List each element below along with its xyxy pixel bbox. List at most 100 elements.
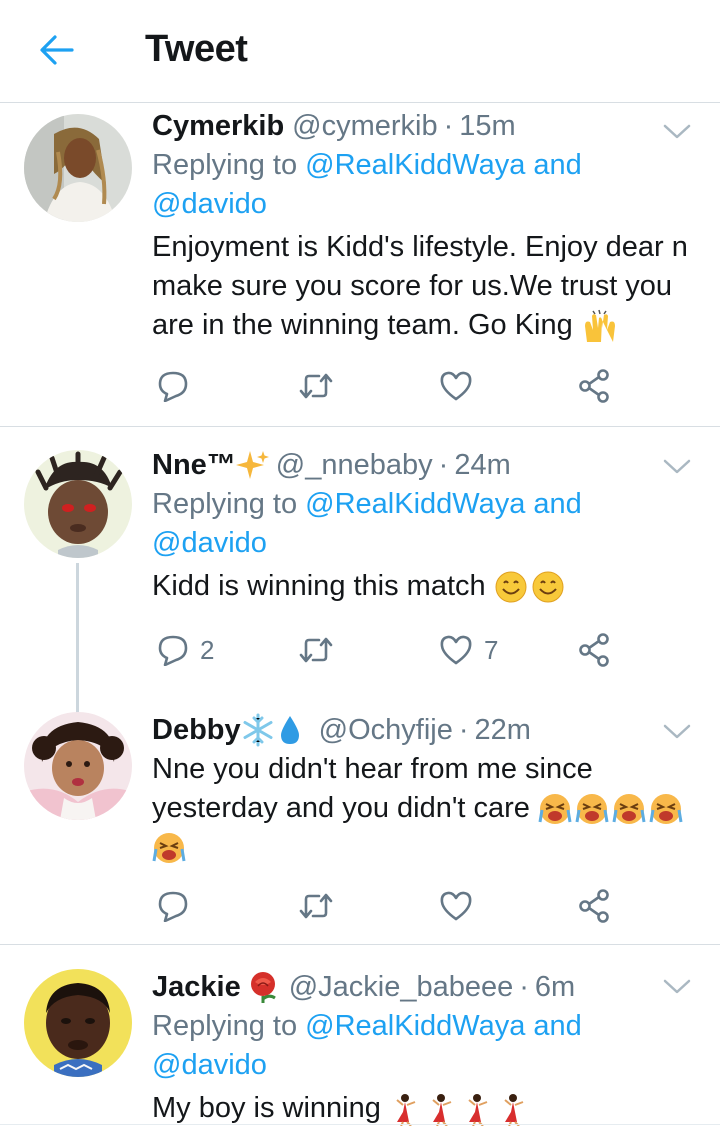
share-icon (579, 369, 609, 403)
smiling-face-emoji (495, 571, 564, 602)
share-button[interactable] (578, 630, 610, 670)
like-icon (440, 635, 472, 665)
separator-dot: · (519, 971, 529, 1003)
avatar[interactable] (24, 969, 132, 1077)
share-button[interactable] (578, 366, 610, 406)
reply-icon (158, 891, 188, 922)
tweet-text-line: make sure you score for us.We trust you (152, 270, 673, 302)
username[interactable]: @cymerkib (292, 108, 437, 144)
tweet-text-line: yesterday and you didn't care (152, 792, 530, 824)
tweet-actions (152, 886, 622, 926)
share-icon (579, 889, 609, 923)
tweet-text-line: Kidd is winning this match (152, 570, 486, 602)
caret-down-icon[interactable] (662, 122, 692, 142)
bottom-edge (0, 1124, 720, 1125)
tweet-header: Debby @Ochyfije · 22m (152, 712, 704, 748)
tweet-debby[interactable]: Debby @Ochyfije · 22m Nne you didn't hea… (0, 700, 720, 944)
replying-to: Replying to @RealKiddWaya and @davido (152, 485, 704, 563)
tweet-jackie[interactable]: Jackie @Jackie_babeee · 6m Replying to @… (0, 945, 720, 1134)
timestamp[interactable]: 22m (475, 712, 531, 748)
like-icon (440, 371, 472, 401)
timestamp[interactable]: 24m (454, 447, 510, 483)
display-name[interactable]: Jackie (152, 969, 241, 1005)
like-button[interactable]: 7 (440, 630, 498, 670)
avatar[interactable] (24, 114, 132, 222)
tweet-actions: 2 7 (152, 630, 622, 670)
reply-count: 2 (200, 634, 215, 665)
retweet-button[interactable] (298, 630, 346, 670)
crying-face-emoji (538, 793, 683, 824)
mention-link[interactable]: @davido (152, 1049, 267, 1081)
tweet-text: Kidd is winning this match (152, 567, 704, 606)
tweet-text: My boy is winning (152, 1089, 704, 1128)
replying-to: Replying to @RealKiddWaya and @davido (152, 146, 704, 224)
username[interactable]: @Ochyfije (319, 712, 453, 748)
share-icon (579, 633, 609, 667)
like-count: 7 (484, 634, 499, 665)
avatar[interactable] (24, 450, 132, 558)
mention-link[interactable]: @RealKiddWaya (305, 488, 525, 520)
reply-button[interactable]: 2 (158, 630, 214, 670)
display-name[interactable]: Cymerkib (152, 108, 284, 144)
replying-to: Replying to @RealKiddWaya and @davido (152, 1007, 704, 1085)
back-button[interactable] (28, 24, 84, 76)
mention-link[interactable]: @RealKiddWaya (305, 149, 525, 181)
page-title: Tweet (145, 28, 248, 70)
mention-link[interactable]: @davido (152, 527, 267, 559)
rose-emoji (250, 972, 276, 1003)
avatar[interactable] (24, 712, 132, 820)
display-name[interactable]: Nne™ (152, 447, 236, 483)
caret-down-icon[interactable] (662, 457, 692, 477)
share-button[interactable] (578, 886, 610, 926)
tweet-text-line: Enjoyment is Kidd's lifestyle. Enjoy dea… (152, 231, 688, 263)
thread-connector (76, 563, 79, 713)
timestamp[interactable]: 6m (535, 969, 575, 1005)
tweet-text-line: Nne you didn't hear from me since (152, 753, 593, 785)
tweet-cymerkib[interactable]: Cymerkib @cymerkib · 15m Replying to @Re… (0, 104, 720, 426)
tweet-actions (152, 366, 622, 406)
replying-prefix: Replying to (152, 149, 306, 181)
reply-button[interactable] (158, 366, 200, 406)
tweet-header: Nne™ @_nnebaby · 24m (152, 447, 704, 483)
droplet-emoji (280, 716, 299, 744)
display-name[interactable]: Debby (152, 712, 241, 748)
retweet-button[interactable] (298, 886, 346, 926)
reply-button[interactable] (158, 886, 200, 926)
sparkles-emoji (235, 451, 269, 479)
like-button[interactable] (440, 886, 484, 926)
separator-dot: · (443, 110, 454, 142)
replying-and[interactable]: and (525, 1010, 581, 1042)
tweet-text-line: My boy is winning (152, 1092, 381, 1124)
tweet-header: Cymerkib @cymerkib · 15m (152, 108, 704, 144)
replying-prefix: Replying to (152, 488, 306, 520)
retweet-icon (299, 373, 333, 399)
retweet-icon (299, 893, 333, 919)
tweet-text: Nne you didn't hear from me since yester… (152, 750, 704, 867)
tweet-text-line-wrap (152, 828, 704, 867)
crying-face-emoji (152, 832, 186, 863)
mention-link[interactable]: @davido (152, 188, 267, 220)
back-arrow-icon (40, 35, 74, 65)
mention-link[interactable]: @RealKiddWaya (305, 1010, 525, 1042)
snowflake-emoji (243, 713, 273, 747)
username[interactable]: @Jackie_babeee (289, 969, 514, 1005)
separator-dot: · (458, 714, 469, 746)
top-bar: Tweet (0, 0, 720, 103)
caret-down-icon[interactable] (662, 722, 692, 742)
replying-and[interactable]: and (525, 488, 581, 520)
tweet-text-line: are in the winning team. Go King (152, 309, 573, 341)
reply-icon (158, 635, 188, 666)
tweet-nnebaby[interactable]: Nne™ @_nnebaby · 24m Replying to @RealKi… (0, 427, 720, 713)
caret-down-icon[interactable] (662, 977, 692, 997)
raising-hands-emoji (584, 309, 615, 342)
tweet-header: Jackie @Jackie_babeee · 6m (152, 969, 704, 1005)
tweet-text: Enjoyment is Kidd's lifestyle. Enjoy dea… (152, 228, 704, 345)
retweet-button[interactable] (298, 366, 346, 406)
like-button[interactable] (440, 366, 484, 406)
retweet-icon (299, 637, 333, 663)
username[interactable]: @_nnebaby (276, 447, 433, 483)
tweet-text-line-wrap: are in the winning team. Go King (152, 306, 704, 345)
replying-and[interactable]: and (525, 149, 581, 181)
timestamp[interactable]: 15m (459, 108, 515, 144)
replying-prefix: Replying to (152, 1010, 306, 1042)
